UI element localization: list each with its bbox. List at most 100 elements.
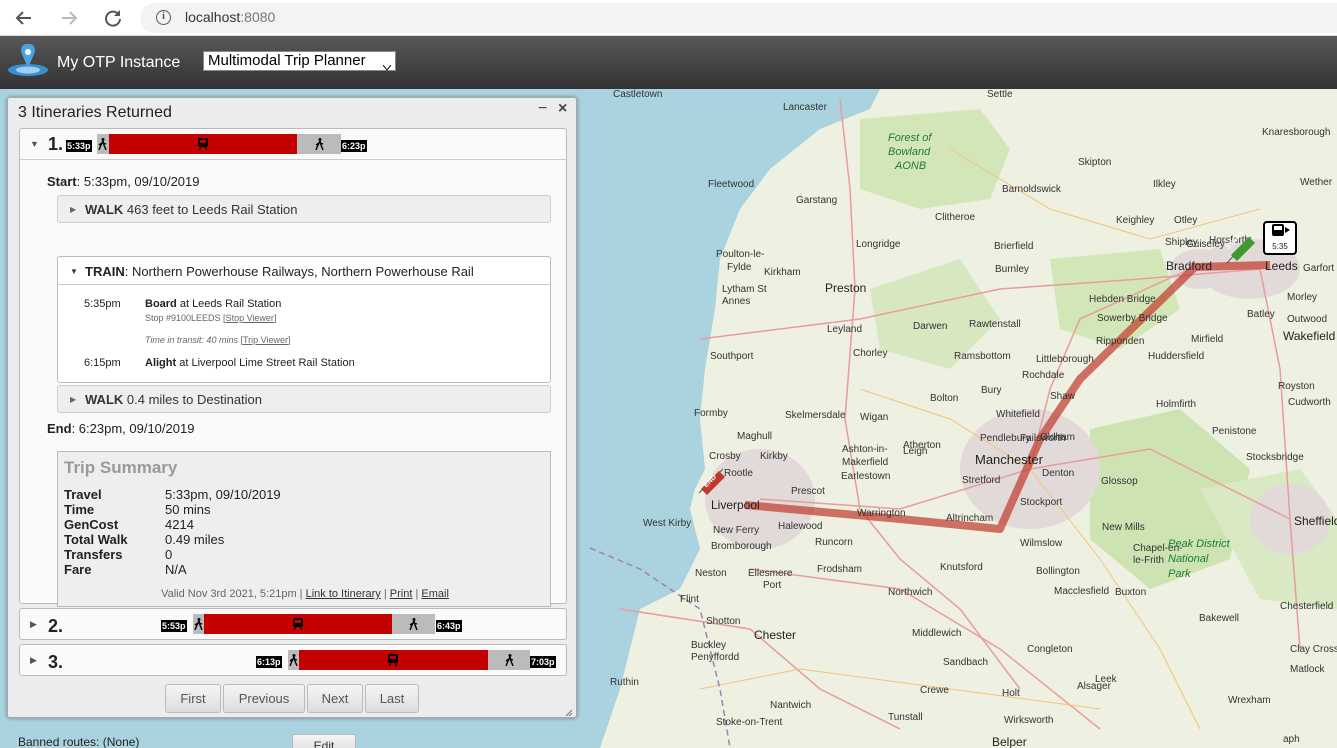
map-place-label: Clay Cross	[1290, 644, 1337, 655]
itinerary-2[interactable]: ▶ 2. 5:53p 6:43p	[19, 608, 567, 640]
forward-arrow-icon[interactable]	[56, 5, 82, 31]
itinerary-number: 1.	[48, 134, 64, 154]
map-place-label: Brierfield	[994, 241, 1034, 252]
itinerary-1-header[interactable]: ▼ 1. 5:33p 6:23p	[20, 129, 566, 159]
map-place-label: Northwich	[888, 587, 933, 598]
map-place-label: Penyffordd	[691, 652, 740, 663]
leg-walk-1[interactable]: ▶ WALK 463 feet to Leeds Rail Station	[57, 195, 551, 223]
walk-icon	[314, 138, 326, 151]
last-button[interactable]: Last	[365, 684, 419, 713]
summary-footer: Valid Nov 3rd 2021, 5:21pm | Link to Iti…	[161, 588, 449, 600]
email-link[interactable]: Email	[421, 588, 449, 600]
map-place-label: Garfort	[1303, 263, 1335, 274]
panel-title: 3 Itineraries Returned	[18, 104, 172, 121]
chevron-down-icon	[382, 58, 392, 71]
address-bar[interactable]: i localhost:8080	[140, 3, 1337, 33]
leg-text: 0.4 miles to Destination	[123, 392, 263, 407]
map-place-label: Altrincham	[946, 513, 994, 524]
mode-select[interactable]: Multimodal Trip Planner	[203, 51, 396, 71]
collapse-triangle-icon[interactable]: ▼	[30, 139, 39, 149]
board-stop: at Leeds Rail Station	[176, 298, 282, 310]
summary-key: Fare	[64, 562, 92, 577]
map-place-label: Sheffield	[1294, 514, 1337, 528]
map-place-label: Maghull	[737, 431, 773, 442]
map-place-label: Wether	[1300, 177, 1333, 188]
map-place-label: Knaresborough	[1262, 127, 1331, 138]
map-place-label: Middlewich	[912, 628, 962, 639]
minimize-icon[interactable]: −	[538, 100, 547, 118]
map-place-label: Formby	[694, 408, 728, 419]
map-place-label: Stretford	[962, 475, 1001, 486]
itinerary-start-time: 5:53p	[161, 620, 187, 632]
summary-value: 50 mins	[165, 502, 211, 517]
map-place-label: Longridge	[856, 239, 901, 250]
map-place-label: Poulton-le-	[716, 249, 765, 260]
map-place-label: Manchester	[975, 452, 1043, 467]
map-place-label: Tunstall	[888, 712, 923, 723]
map-place-label: Belper	[992, 735, 1027, 748]
summary-value: 5:33pm, 09/10/2019	[165, 487, 281, 502]
resize-handle-icon[interactable]	[565, 706, 573, 717]
summary-value: 0.49 miles	[165, 532, 225, 547]
itinerary-3[interactable]: ▶ 3. 6:13p 7:03p	[19, 644, 567, 676]
reload-icon[interactable]	[100, 5, 126, 31]
otp-logo-icon	[7, 43, 49, 81]
stop-marker[interactable]: 5:35	[1263, 221, 1297, 255]
url-text: localhost:8080	[185, 9, 275, 25]
map-place-label: Mirfield	[1191, 334, 1224, 345]
trip-viewer-link[interactable]: Trip Viewer	[243, 335, 288, 345]
info-icon[interactable]: i	[156, 10, 171, 25]
map-place-label: Barnoldswick	[1002, 184, 1061, 195]
map-place-label: Holt	[1002, 688, 1020, 699]
map-place-label: Neston	[695, 568, 727, 579]
leg-mode: WALK	[85, 392, 124, 407]
map-place-label: Huddersfield	[1148, 351, 1205, 362]
link-to-itinerary[interactable]: Link to Itinerary	[306, 588, 381, 600]
itinerary-end-time: 6:23p	[341, 140, 367, 152]
close-icon[interactable]: ×	[558, 100, 567, 118]
itinerary-1: ▼ 1. 5:33p 6:23p Start: 5:33pm, 09/10/20…	[19, 128, 567, 607]
stop-viewer-link[interactable]: Stop Viewer	[226, 313, 274, 323]
map-place-label: Ashton-in-	[842, 444, 888, 455]
map-place-label: Shipley	[1165, 237, 1198, 248]
map-place-label: Ilkley	[1153, 179, 1176, 190]
map-place-label: Settle	[987, 89, 1013, 100]
first-button[interactable]: First	[165, 684, 221, 713]
map-place-label: Wrexham	[1228, 695, 1271, 706]
map-place-label: Rochdale	[1022, 370, 1065, 381]
back-arrow-icon[interactable]	[11, 5, 37, 31]
map-place-label: Warrington	[857, 508, 906, 519]
start-value: : 5:33pm, 09/10/2019	[76, 174, 200, 189]
leg-train-header[interactable]: ▼ TRAIN: Northern Powerhouse Railways, N…	[58, 257, 550, 285]
map-place-label: Annes	[722, 296, 751, 307]
summary-key: Total Walk	[64, 532, 128, 547]
map-place-label: Earlestown	[841, 471, 891, 482]
map-place-label: Buxton	[1115, 587, 1147, 598]
map-place-label: Rootle	[724, 468, 753, 479]
map-place-label: Keighley	[1116, 215, 1155, 226]
map-place-label: New Ferry	[713, 525, 760, 536]
map-place-label: Wakefield	[1283, 329, 1336, 343]
map-place-label: Sowerby Bridge	[1097, 313, 1168, 324]
map-place-label: Frodsham	[817, 564, 863, 575]
map-place-label: Fleetwood	[708, 179, 755, 190]
map-place-label: Penistone	[1212, 426, 1257, 437]
map-place-label: Park	[1168, 568, 1191, 580]
print-link[interactable]: Print	[390, 588, 413, 600]
summary-key: Time	[64, 502, 95, 517]
mode-select-value: Multimodal Trip Planner	[208, 52, 366, 69]
transit-time-line: Time in transit: 40 mins [Trip Viewer]	[145, 335, 291, 345]
leg-mode: TRAIN	[85, 264, 125, 279]
map-place-label: Bolton	[930, 393, 959, 404]
edit-banned-routes-button[interactable]: Edit	[292, 734, 356, 748]
previous-button[interactable]: Previous	[223, 684, 305, 713]
leg-walk-2[interactable]: ▶ WALK 0.4 miles to Destination	[57, 385, 551, 413]
itinerary-start-time: 5:33p	[66, 140, 92, 152]
map-place-label: Castletown	[613, 89, 663, 100]
board-verb: Board	[145, 298, 177, 310]
map-place-label: aph	[1283, 734, 1300, 745]
next-button[interactable]: Next	[307, 684, 363, 713]
valid-text: Valid Nov 3rd 2021, 5:21pm |	[161, 588, 306, 600]
map-place-label: Chorley	[853, 348, 888, 359]
map-place-label: Darwen	[913, 321, 948, 332]
